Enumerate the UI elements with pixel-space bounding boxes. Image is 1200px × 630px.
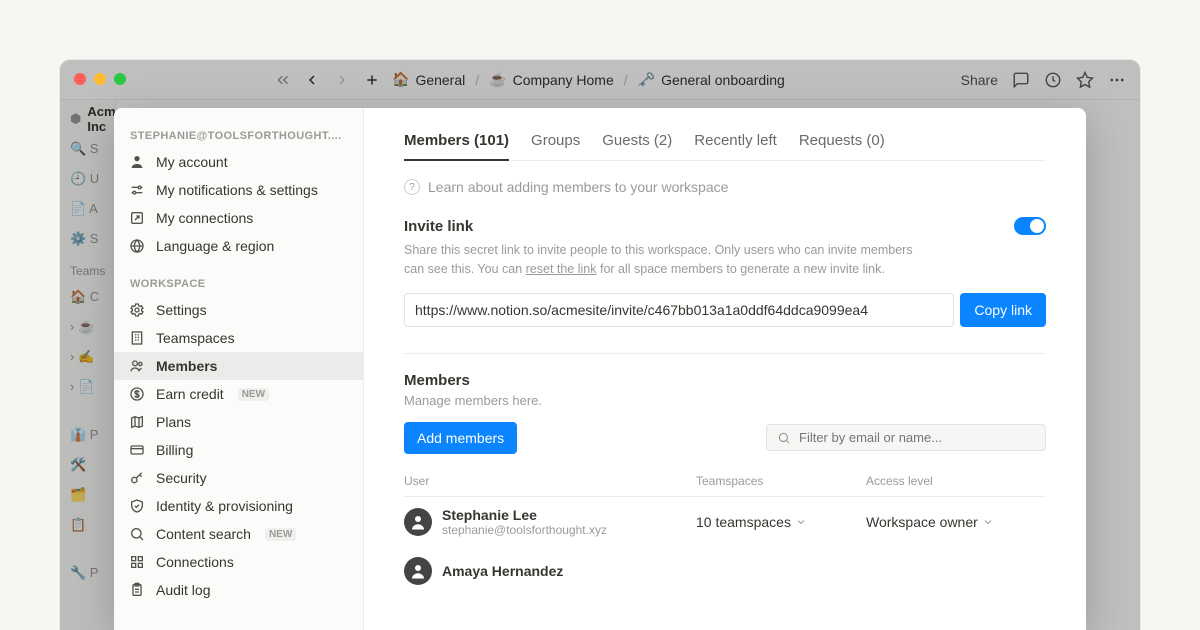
filter-members-input[interactable] xyxy=(766,424,1046,451)
sidebar-item-settings[interactable]: Settings xyxy=(114,296,363,324)
sidebar-item-connections[interactable]: Connections xyxy=(114,548,363,576)
sidebar-item-label: Connections xyxy=(156,554,234,570)
building-icon xyxy=(128,329,146,347)
sidebar-item-label: Teamspaces xyxy=(156,330,235,346)
member-name: Amaya Hernandez xyxy=(442,563,563,579)
invite-link-title: Invite link xyxy=(404,218,473,235)
member-row[interactable]: Stephanie Leestephanie@toolsforthought.x… xyxy=(404,497,1046,547)
teamspaces-cell[interactable]: 10 teamspaces xyxy=(696,514,866,530)
workspace-section-header: WORKSPACE xyxy=(114,270,363,296)
circle-dollar-icon xyxy=(128,385,146,403)
search-icon xyxy=(128,525,146,543)
sidebar-item-label: Members xyxy=(156,358,217,374)
sidebar-item-my-notifications-settings[interactable]: My notifications & settings xyxy=(114,176,363,204)
shield-icon xyxy=(128,497,146,515)
sidebar-item-label: Billing xyxy=(156,442,193,458)
avatar xyxy=(404,508,432,536)
help-icon: ? xyxy=(404,179,420,195)
sidebar-item-label: Settings xyxy=(156,302,207,318)
filter-input[interactable] xyxy=(799,430,1035,445)
sidebar-item-plans[interactable]: Plans xyxy=(114,408,363,436)
tab-members-[interactable]: Members (101) xyxy=(404,132,509,161)
sidebar-item-language-region[interactable]: Language & region xyxy=(114,232,363,260)
close-window-button[interactable] xyxy=(74,73,86,85)
col-user: User xyxy=(404,474,696,488)
app-window: 🏠 General / ☕ Company Home / 🗝️ General … xyxy=(60,60,1140,630)
external-icon xyxy=(128,209,146,227)
people-icon xyxy=(128,357,146,375)
sidebar-item-label: Audit log xyxy=(156,582,210,598)
member-row[interactable]: Amaya Hernandez xyxy=(404,547,1046,595)
sidebar-item-label: Language & region xyxy=(156,238,274,254)
tab-groups[interactable]: Groups xyxy=(531,132,580,160)
tab-recently-left[interactable]: Recently left xyxy=(694,132,777,160)
reset-link[interactable]: reset the link xyxy=(526,262,597,276)
settings-modal: STEPHANIE@TOOLSFORTHOUGHT.... My account… xyxy=(114,108,1086,630)
members-subtitle: Manage members here. xyxy=(404,393,1046,408)
settings-content: Members (101) Groups Guests (2) Recently le… xyxy=(364,108,1086,630)
sidebar-item-label: Identity & provisioning xyxy=(156,498,293,514)
learn-text: Learn about adding members to your works… xyxy=(428,179,728,195)
sidebar-item-identity-provisioning[interactable]: Identity & provisioning xyxy=(114,492,363,520)
sidebar-item-teamspaces[interactable]: Teamspaces xyxy=(114,324,363,352)
avatar xyxy=(404,557,432,585)
tab-requests-[interactable]: Requests (0) xyxy=(799,132,885,160)
gear-icon xyxy=(128,301,146,319)
sidebar-item-label: Earn credit xyxy=(156,386,224,402)
sidebar-item-label: My connections xyxy=(156,210,253,226)
learn-link[interactable]: ? Learn about adding members to your wor… xyxy=(404,179,1046,195)
copy-link-button[interactable]: Copy link xyxy=(960,293,1046,327)
sidebar-item-my-connections[interactable]: My connections xyxy=(114,204,363,232)
sidebar-item-label: My notifications & settings xyxy=(156,182,318,198)
invite-link-description: Share this secret link to invite people … xyxy=(404,241,924,279)
sidebar-item-my-account[interactable]: My account xyxy=(114,148,363,176)
chevron-down-icon xyxy=(982,516,994,528)
col-access-level: Access level xyxy=(866,474,1046,488)
invite-link-toggle[interactable] xyxy=(1014,217,1046,235)
sidebar-item-earn-credit[interactable]: Earn credit NEW xyxy=(114,380,363,408)
clipboard-icon xyxy=(128,581,146,599)
search-icon xyxy=(777,431,791,445)
new-badge: NEW xyxy=(265,528,296,541)
sliders-icon xyxy=(128,181,146,199)
sidebar-item-label: Security xyxy=(156,470,207,486)
map-icon xyxy=(128,413,146,431)
settings-modal-overlay[interactable]: STEPHANIE@TOOLSFORTHOUGHT.... My account… xyxy=(60,60,1140,630)
window-controls xyxy=(74,73,126,85)
sidebar-item-label: Plans xyxy=(156,414,191,430)
sidebar-item-security[interactable]: Security xyxy=(114,464,363,492)
member-email: stephanie@toolsforthought.xyz xyxy=(442,523,607,537)
member-name: Stephanie Lee xyxy=(442,507,607,523)
maximize-window-button[interactable] xyxy=(114,73,126,85)
card-icon xyxy=(128,441,146,459)
sidebar-item-billing[interactable]: Billing xyxy=(114,436,363,464)
tab-guests-[interactable]: Guests (2) xyxy=(602,132,672,160)
members-title: Members xyxy=(404,372,1046,389)
sidebar-item-label: Content search xyxy=(156,526,251,542)
sidebar-item-content-search[interactable]: Content search NEW xyxy=(114,520,363,548)
chevron-down-icon xyxy=(795,516,807,528)
col-teamspaces: Teamspaces xyxy=(696,474,866,488)
key-icon xyxy=(128,469,146,487)
member-tabs: Members (101) Groups Guests (2) Recently le… xyxy=(404,132,1046,161)
sidebar-item-label: My account xyxy=(156,154,228,170)
members-table-header: User Teamspaces Access level xyxy=(404,474,1046,497)
add-members-button[interactable]: Add members xyxy=(404,422,517,454)
globe-icon xyxy=(128,237,146,255)
grid-icon xyxy=(128,553,146,571)
account-section-header: STEPHANIE@TOOLSFORTHOUGHT.... xyxy=(114,122,363,148)
invite-link-field[interactable]: https://www.notion.so/acmesite/invite/c4… xyxy=(404,293,954,327)
sidebar-item-audit-log[interactable]: Audit log xyxy=(114,576,363,604)
person-icon xyxy=(128,153,146,171)
access-level-cell[interactable]: Workspace owner xyxy=(866,514,1046,530)
minimize-window-button[interactable] xyxy=(94,73,106,85)
new-badge: NEW xyxy=(238,388,269,401)
sidebar-item-members[interactable]: Members xyxy=(114,352,363,380)
settings-sidebar: STEPHANIE@TOOLSFORTHOUGHT.... My account… xyxy=(114,108,364,630)
